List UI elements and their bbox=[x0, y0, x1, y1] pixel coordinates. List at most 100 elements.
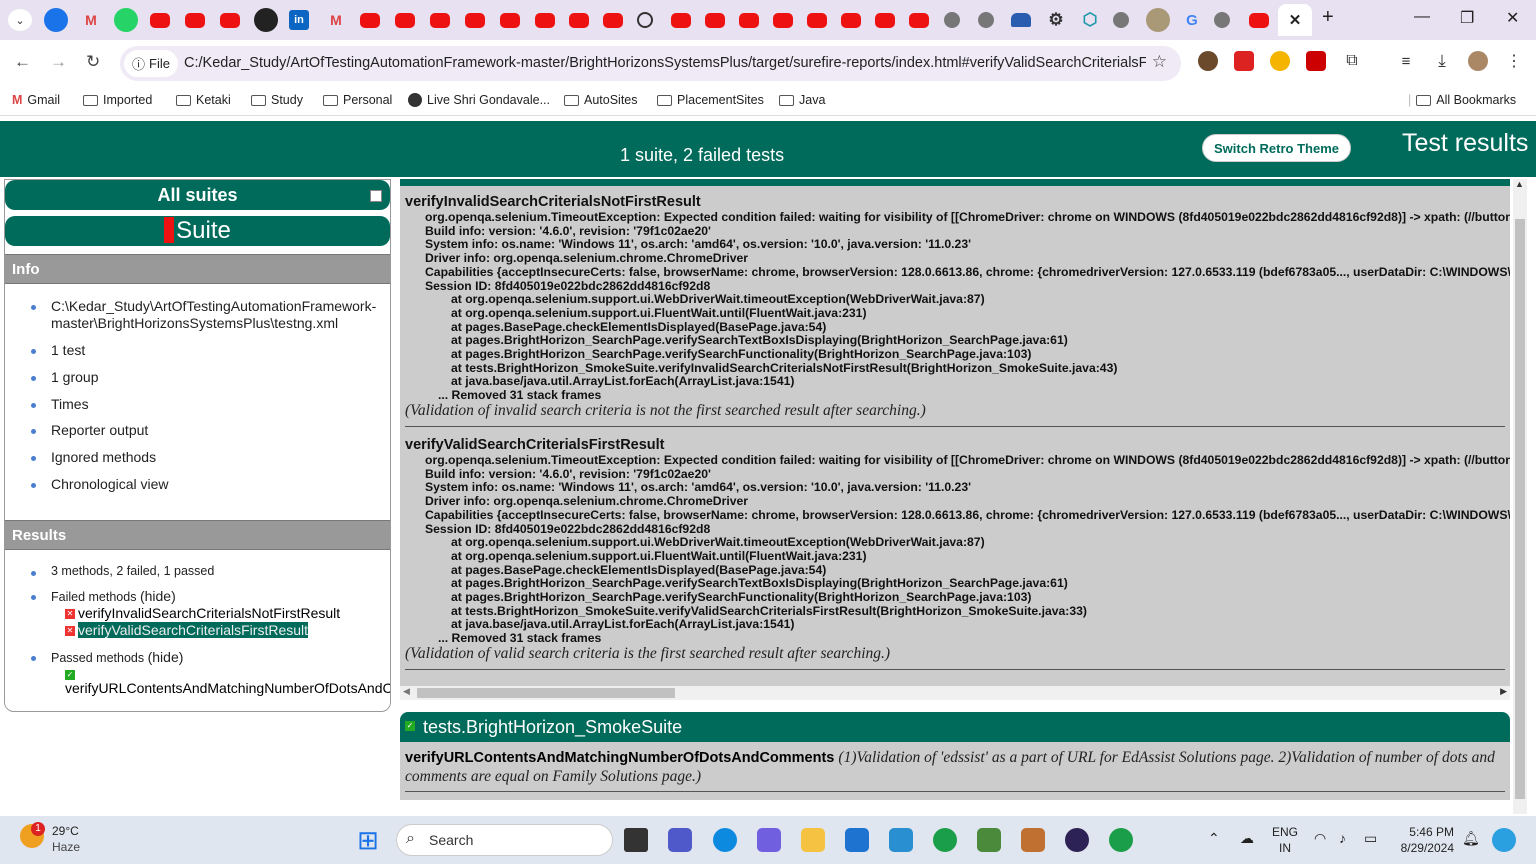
bookmark-imported[interactable]: Imported bbox=[83, 93, 152, 107]
file-explorer-icon[interactable] bbox=[801, 828, 825, 852]
tray-chevron-icon[interactable]: ⌃ bbox=[1208, 830, 1220, 846]
gear-tab-icon[interactable]: ⚙ bbox=[1044, 8, 1068, 32]
copilot-tray-icon[interactable] bbox=[1492, 828, 1516, 852]
clock[interactable]: 5:46 PM 8/29/2024 bbox=[1394, 824, 1454, 856]
bookmark-study[interactable]: Study bbox=[251, 93, 303, 107]
youtube-tab-icon[interactable] bbox=[773, 13, 793, 28]
youtube-tab-icon[interactable] bbox=[875, 13, 895, 28]
youtube-tab-icon[interactable] bbox=[360, 13, 380, 28]
wifi-icon[interactable]: ◠ bbox=[1314, 830, 1326, 846]
youtube-tab-icon[interactable] bbox=[603, 13, 623, 28]
youtube-tab-icon[interactable] bbox=[807, 13, 827, 28]
notepad-icon[interactable] bbox=[977, 828, 1001, 852]
extension-icon[interactable] bbox=[1306, 51, 1326, 71]
extension-icon[interactable] bbox=[1234, 51, 1254, 71]
youtube-tab-icon[interactable] bbox=[739, 13, 759, 28]
eclipse-icon[interactable] bbox=[1065, 828, 1089, 852]
active-tab-close-icon[interactable]: ✕ bbox=[1278, 4, 1312, 36]
bookmark-personal[interactable]: Personal bbox=[323, 93, 392, 107]
scroll-up-icon[interactable]: ▲ bbox=[1515, 179, 1524, 189]
windows-start-icon[interactable]: ⊞ bbox=[356, 825, 380, 855]
bookmark-ketaki[interactable]: Ketaki bbox=[176, 93, 231, 107]
youtube-tab-icon[interactable] bbox=[465, 13, 485, 28]
globe-tab-icon[interactable] bbox=[944, 12, 960, 28]
forward-icon[interactable]: → bbox=[50, 52, 67, 72]
extensions-puzzle-icon[interactable]: ⧉ bbox=[1342, 51, 1362, 71]
youtube-tab-icon[interactable] bbox=[841, 13, 861, 28]
url-text[interactable]: C:/Kedar_Study/ArtOfTestingAutomationFra… bbox=[184, 55, 1146, 71]
scroll-thumb[interactable] bbox=[417, 688, 675, 698]
cloud-tab-icon[interactable] bbox=[1011, 13, 1031, 27]
task-view-icon[interactable] bbox=[624, 828, 648, 852]
passed-method-link[interactable]: verifyURLContentsAndMatchingNumberOfDots… bbox=[65, 680, 390, 696]
bookmark-autosites[interactable]: AutoSites bbox=[564, 93, 638, 107]
youtube-tab-icon[interactable] bbox=[185, 13, 205, 28]
youtube-tab-icon[interactable] bbox=[705, 13, 725, 28]
close-window-icon[interactable]: ✕ bbox=[1506, 8, 1519, 28]
weather-temp[interactable]: 29°C bbox=[52, 824, 79, 838]
scroll-left-icon[interactable]: ◀ bbox=[403, 686, 410, 697]
media-control-icon[interactable]: ≡ bbox=[1396, 51, 1416, 71]
youtube-tab-icon[interactable] bbox=[671, 13, 691, 28]
youtube-tab-icon[interactable] bbox=[150, 13, 170, 28]
collapse-icon[interactable] bbox=[370, 190, 382, 202]
language-indicator[interactable]: ENG IN bbox=[1272, 824, 1298, 856]
profile-avatar[interactable] bbox=[1468, 51, 1488, 71]
hide-passed-link[interactable]: (hide) bbox=[148, 649, 184, 665]
bookmark-star-icon[interactable]: ☆ bbox=[1152, 52, 1167, 72]
mail-icon[interactable] bbox=[845, 828, 869, 852]
youtube-tab-icon[interactable] bbox=[569, 13, 589, 28]
whatsapp-tab-icon[interactable] bbox=[114, 8, 138, 32]
scroll-thumb[interactable] bbox=[1515, 219, 1525, 799]
minimize-icon[interactable]: — bbox=[1414, 8, 1430, 26]
back-icon[interactable]: ← bbox=[14, 52, 31, 72]
chrome-icon[interactable] bbox=[1109, 828, 1133, 852]
bookmark-placementsites[interactable]: PlacementSites bbox=[657, 93, 764, 107]
app-tab-icon[interactable]: ⬡ bbox=[1078, 8, 1102, 32]
vertical-scrollbar[interactable]: ▲ bbox=[1513, 179, 1527, 814]
chrome-profile-icon[interactable] bbox=[933, 828, 957, 852]
copilot-icon[interactable] bbox=[757, 828, 781, 852]
desktop-icon[interactable] bbox=[889, 828, 913, 852]
notification-bell-icon[interactable]: 🔔︎ bbox=[1462, 830, 1480, 846]
scroll-right-icon[interactable]: ▶ bbox=[1500, 686, 1507, 697]
gmail-tab-icon[interactable]: M bbox=[324, 8, 348, 32]
all-bookmarks[interactable]: | All Bookmarks bbox=[1408, 93, 1516, 107]
youtube-tab-icon[interactable] bbox=[1249, 13, 1269, 28]
new-tab-icon[interactable]: + bbox=[1322, 6, 1334, 29]
suite-header[interactable]: Suite bbox=[5, 216, 390, 246]
globe-tab-icon[interactable] bbox=[978, 12, 994, 28]
failed-method-link[interactable]: ✕ verifyInvalidSearchCriterialsNotFirstRe… bbox=[65, 605, 340, 621]
reload-icon[interactable]: ↻ bbox=[86, 52, 100, 72]
linkedin-tab-icon[interactable]: in bbox=[289, 10, 309, 30]
extension-icon[interactable] bbox=[1198, 51, 1218, 71]
youtube-tab-icon[interactable] bbox=[535, 13, 555, 28]
youtube-tab-icon[interactable] bbox=[220, 13, 240, 28]
youtube-tab-icon[interactable] bbox=[909, 13, 929, 28]
onedrive-icon[interactable]: ☁ bbox=[1240, 830, 1254, 846]
failed-method-link-selected[interactable]: ✕ verifyValidSearchCriterialsFirstResult bbox=[65, 622, 309, 638]
google-tab-icon[interactable]: G bbox=[1180, 8, 1204, 32]
taskbar-search[interactable]: ⌕ Search bbox=[396, 824, 613, 856]
youtube-tab-icon[interactable] bbox=[395, 13, 415, 28]
tab-search-chevron-icon[interactable]: ⌄ bbox=[8, 9, 32, 31]
edge-icon[interactable] bbox=[713, 828, 737, 852]
battery-icon[interactable]: ▭ bbox=[1364, 830, 1377, 846]
horizontal-scrollbar[interactable]: ◀ ▶ bbox=[400, 686, 1510, 700]
download-icon[interactable]: ⤓ bbox=[1432, 51, 1452, 71]
hide-failed-link[interactable]: (hide) bbox=[140, 588, 176, 604]
menu-kebab-icon[interactable]: ⋮ bbox=[1504, 51, 1524, 71]
tab-favicon-icon[interactable] bbox=[44, 8, 68, 32]
bookmark-java[interactable]: Java bbox=[779, 93, 825, 107]
switch-theme-button[interactable]: Switch Retro Theme bbox=[1202, 134, 1351, 162]
youtube-tab-icon[interactable] bbox=[430, 13, 450, 28]
profile-tab-icon[interactable] bbox=[1146, 8, 1170, 32]
teams-icon[interactable] bbox=[668, 828, 692, 852]
youtube-tab-icon[interactable] bbox=[500, 13, 520, 28]
bookmark-live[interactable]: Live Shri Gondavale... bbox=[408, 93, 550, 107]
restore-icon[interactable]: ❐ bbox=[1460, 8, 1474, 28]
gmail-tab-icon[interactable]: M bbox=[79, 8, 103, 32]
github-tab-icon[interactable] bbox=[254, 8, 278, 32]
volume-icon[interactable]: ♪ bbox=[1339, 830, 1346, 846]
package-icon[interactable] bbox=[1021, 828, 1045, 852]
